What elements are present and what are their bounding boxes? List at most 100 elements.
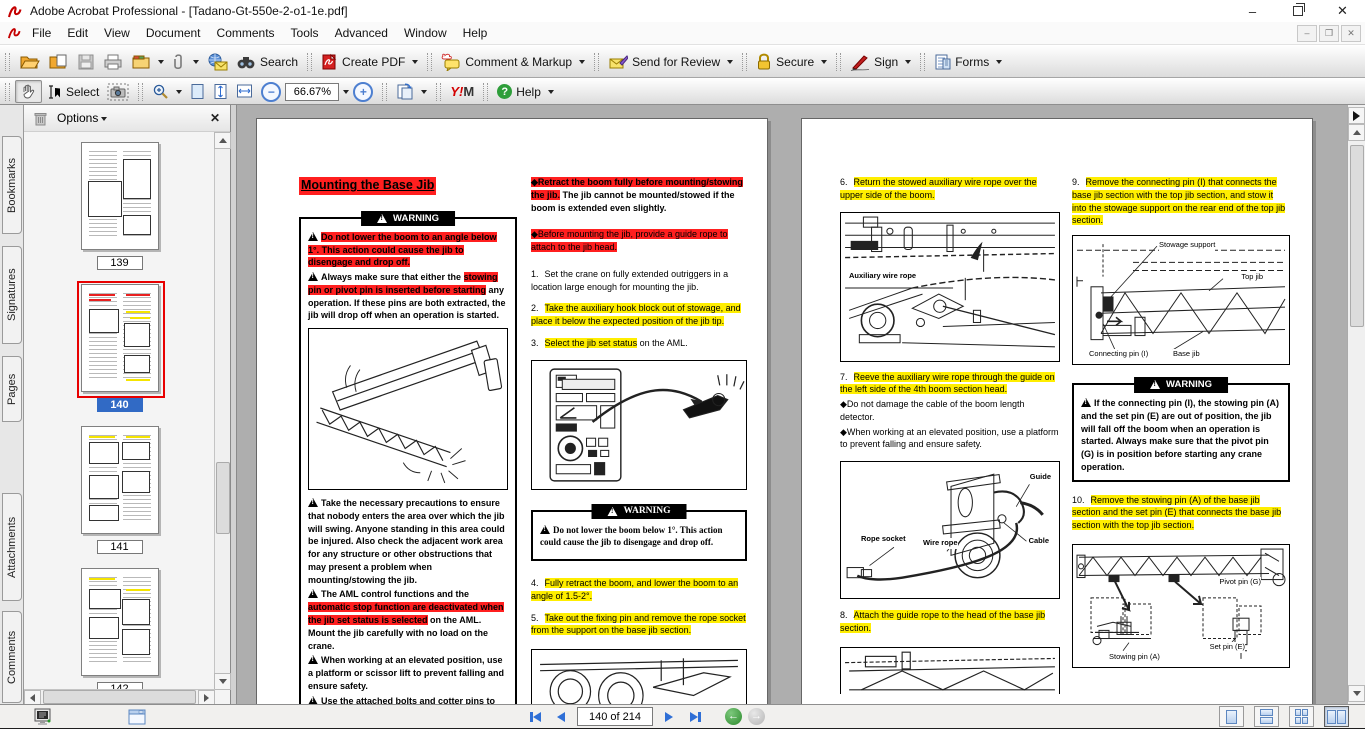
send-review-button[interactable]: Send for Review [604, 51, 737, 73]
toolbar-grip[interactable] [836, 53, 841, 71]
figure-base-jib-partial [840, 647, 1060, 694]
zoom-dropdown-arrow[interactable] [340, 85, 349, 99]
snapshot-button[interactable] [103, 81, 133, 103]
zoom-tool-button[interactable] [148, 81, 186, 102]
scroll-down-button[interactable] [1348, 685, 1365, 702]
continuous-facing-layout-button[interactable] [1289, 706, 1314, 727]
minimize-button[interactable]: – [1230, 0, 1275, 22]
scroll-thumb[interactable] [216, 462, 230, 534]
continuous-layout-button[interactable] [1254, 706, 1279, 727]
menu-file[interactable]: File [24, 24, 59, 42]
page-number-field[interactable] [577, 707, 653, 726]
document-vertical-scrollbar[interactable] [1347, 105, 1365, 704]
tab-comments[interactable]: Comments [2, 611, 22, 703]
last-page-button[interactable] [685, 708, 705, 726]
email-button[interactable] [203, 51, 232, 73]
scroll-up-button[interactable] [214, 132, 231, 149]
thumbnail-page-139[interactable] [81, 142, 159, 250]
tab-bookmarks[interactable]: Bookmarks [2, 136, 22, 234]
monitor-icon[interactable] [33, 708, 53, 726]
toolbar-grip[interactable] [436, 83, 441, 101]
thumbnail-page-140[interactable] [81, 284, 159, 392]
options-menu-button[interactable]: Options [57, 111, 107, 125]
scroll-right-button[interactable] [198, 690, 215, 705]
toolbar-grip[interactable] [138, 83, 143, 101]
thumb-figure [122, 629, 150, 655]
previous-view-button[interactable]: ← [725, 708, 742, 725]
secure-button[interactable]: Secure [752, 51, 831, 73]
panel-vertical-scrollbar[interactable] [214, 132, 230, 690]
pane-toggle-arrow-button[interactable] [1348, 107, 1365, 124]
menu-tools[interactable]: Tools [283, 24, 327, 42]
toolbar-grip[interactable] [594, 53, 599, 71]
print-button[interactable] [99, 51, 127, 73]
facing-layout-button[interactable] [1324, 706, 1349, 727]
tab-attachments[interactable]: Attachments [2, 493, 22, 601]
thumbnail-page-141[interactable] [81, 426, 159, 534]
toolbar-grip[interactable] [742, 53, 747, 71]
first-page-button[interactable] [525, 708, 545, 726]
hand-tool-button[interactable] [15, 80, 42, 103]
menu-window[interactable]: Window [396, 24, 455, 42]
restore-button[interactable] [1275, 0, 1320, 22]
menu-view[interactable]: View [96, 24, 138, 42]
thumb-label-139[interactable]: 139 [97, 256, 143, 270]
organizer-button[interactable] [127, 51, 168, 73]
toolbar-grip[interactable] [382, 83, 387, 101]
menu-help[interactable]: Help [455, 24, 496, 42]
doc-close-button[interactable]: ✕ [1341, 25, 1361, 42]
toolbar-grip[interactable] [920, 53, 925, 71]
actual-size-button[interactable] [186, 81, 209, 102]
search-button[interactable]: Search [232, 52, 302, 72]
panel-horizontal-scrollbar[interactable] [24, 689, 215, 704]
tab-signatures[interactable]: Signatures [2, 246, 22, 344]
help-button[interactable]: ? Help [493, 82, 558, 101]
tab-pages[interactable]: Pages [2, 356, 22, 422]
yahoo-messenger-button[interactable]: Y!M [446, 82, 478, 101]
zoom-level-field[interactable] [285, 83, 339, 101]
menu-document[interactable]: Document [138, 24, 209, 42]
page-display-button[interactable] [392, 81, 431, 103]
toolbar-grip[interactable] [5, 83, 10, 101]
thumb-label-141[interactable]: 141 [97, 540, 143, 554]
doc-minimize-button[interactable]: – [1297, 25, 1317, 42]
toolbar-grip[interactable] [307, 53, 312, 71]
zoom-out-button[interactable]: − [257, 80, 285, 104]
menu-edit[interactable]: Edit [59, 24, 96, 42]
next-view-button[interactable]: → [748, 708, 765, 725]
warning-header: WARNING [361, 211, 455, 226]
save-button[interactable] [73, 51, 99, 73]
close-button[interactable]: ✕ [1320, 0, 1365, 22]
menu-advanced[interactable]: Advanced [327, 24, 396, 42]
select-tool-button[interactable]: Select [42, 82, 103, 102]
sign-button[interactable]: Sign [846, 51, 915, 73]
scroll-down-button[interactable] [214, 673, 231, 690]
toolbar-grip[interactable] [5, 53, 10, 71]
toolbar-grip[interactable] [427, 53, 432, 71]
scroll-thumb[interactable] [1350, 145, 1364, 327]
fit-width-button[interactable] [232, 81, 257, 102]
attach-button[interactable] [168, 51, 203, 73]
doc-restore-button[interactable]: ❒ [1319, 25, 1339, 42]
comment-markup-button[interactable]: Comment & Markup [437, 51, 589, 73]
next-page-button[interactable] [659, 708, 679, 726]
fit-page-button[interactable] [209, 81, 232, 102]
window-layout-icon[interactable] [128, 709, 146, 725]
menu-comments[interactable]: Comments [209, 24, 283, 42]
scroll-up-button[interactable] [1348, 124, 1365, 141]
open-button[interactable] [15, 51, 44, 73]
panel-close-button[interactable]: ✕ [210, 111, 220, 125]
browse-button[interactable] [44, 51, 73, 73]
scroll-thumb[interactable] [43, 690, 196, 704]
zoom-in-button[interactable]: + [349, 80, 377, 104]
scroll-left-button[interactable] [24, 690, 41, 705]
thumbnail-page-142[interactable] [81, 568, 159, 676]
forms-button[interactable]: Forms [930, 51, 1006, 73]
single-page-layout-button[interactable] [1219, 706, 1244, 727]
delete-pages-icon[interactable] [34, 111, 47, 126]
toolbar-grip[interactable] [483, 83, 488, 101]
thumb-label-140[interactable]: 140 [97, 398, 143, 412]
previous-page-button[interactable] [551, 708, 571, 726]
status-window-icon-wrap [128, 705, 146, 728]
create-pdf-button[interactable]: Create PDF [317, 51, 422, 73]
